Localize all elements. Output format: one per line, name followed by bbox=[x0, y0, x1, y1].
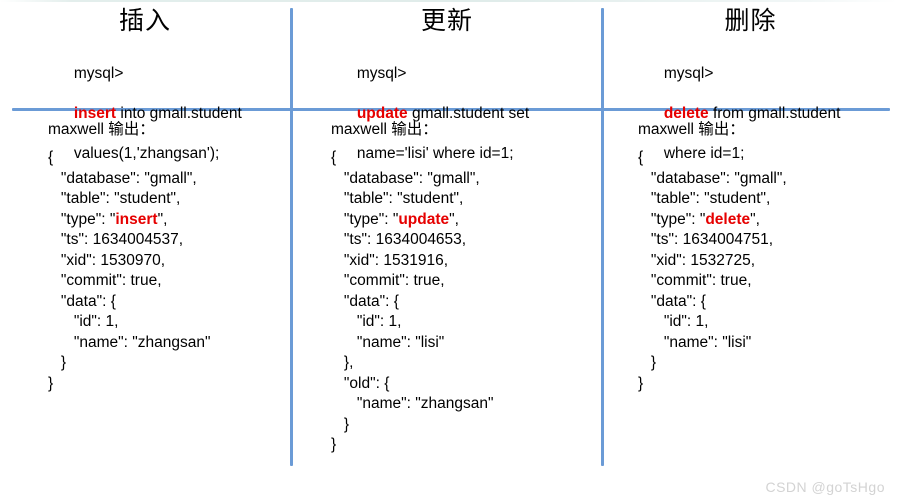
json-line: "table": "student", bbox=[638, 190, 771, 207]
json-line: "type": "insert", bbox=[48, 210, 168, 228]
json-line: "name": "zhangsan" bbox=[48, 333, 211, 351]
column-title-insert: 插入 bbox=[118, 6, 171, 35]
json-line: } bbox=[331, 415, 350, 433]
json-line: "data": { bbox=[48, 292, 116, 310]
comparison-table: 插入 mysql> insert into gmall.student valu… bbox=[0, 0, 897, 501]
json-line: "commit": true, bbox=[638, 272, 752, 289]
json-line: "xid": 1530970, bbox=[48, 251, 165, 269]
json-output-delete: { "database": "gmall", "table": "student… bbox=[638, 148, 787, 394]
json-line: { bbox=[638, 149, 644, 166]
json-line: "xid": 1531916, bbox=[331, 251, 448, 269]
json-line: "name": "lisi" bbox=[331, 333, 445, 351]
json-line: "table": "student", bbox=[48, 190, 181, 207]
sql-prompt: mysql> bbox=[356, 65, 407, 82]
column-update: 更新 mysql> update gmall.student set name=… bbox=[293, 0, 601, 501]
maxwell-output-label-insert: maxwell 输出： bbox=[48, 121, 155, 138]
sql-prompt: mysql> bbox=[73, 65, 124, 82]
csdn-watermark: CSDN @goTsHgo bbox=[765, 479, 885, 495]
json-line: "ts": 1634004537, bbox=[48, 231, 184, 248]
json-line: "database": "gmall", bbox=[48, 169, 197, 187]
column-insert: 插入 mysql> insert into gmall.student valu… bbox=[0, 0, 290, 501]
maxwell-output-label-update: maxwell 输出： bbox=[331, 121, 438, 138]
json-line: "xid": 1532725, bbox=[638, 251, 755, 269]
json-output-update: { "database": "gmall", "table": "student… bbox=[331, 148, 493, 456]
json-line: "commit": true, bbox=[48, 272, 162, 289]
json-line: "id": 1, bbox=[331, 313, 402, 330]
json-line: "ts": 1634004653, bbox=[331, 231, 467, 248]
json-line: } bbox=[638, 374, 644, 392]
json-line: "type": "delete", bbox=[638, 210, 760, 228]
column-title-update: 更新 bbox=[420, 6, 473, 35]
column-title-delete: 删除 bbox=[724, 6, 777, 35]
json-output-insert: { "database": "gmall", "table": "student… bbox=[48, 148, 210, 394]
json-type-keyword: update bbox=[398, 210, 450, 228]
json-type-keyword: insert bbox=[115, 210, 158, 228]
json-line: "name": "lisi" bbox=[638, 333, 752, 351]
column-delete: 删除 mysql> delete from gmall.student wher… bbox=[604, 0, 897, 501]
json-line: "table": "student", bbox=[331, 190, 464, 207]
json-line: "database": "gmall", bbox=[638, 169, 787, 187]
json-line: } bbox=[331, 436, 337, 453]
json-line: }, bbox=[331, 354, 354, 371]
json-line: } bbox=[638, 354, 657, 371]
json-line: "data": { bbox=[331, 292, 399, 310]
json-line: } bbox=[48, 374, 54, 392]
json-line: "ts": 1634004751, bbox=[638, 231, 774, 248]
json-line: { bbox=[48, 149, 54, 166]
sql-prompt: mysql> bbox=[663, 65, 714, 82]
json-line: } bbox=[48, 354, 67, 371]
json-line: "old": { bbox=[331, 374, 390, 392]
json-line: "name": "zhangsan" bbox=[331, 395, 494, 412]
json-type-keyword: delete bbox=[705, 210, 751, 228]
json-line: "data": { bbox=[638, 292, 706, 310]
json-line: "id": 1, bbox=[48, 313, 119, 330]
json-line: "id": 1, bbox=[638, 313, 709, 330]
json-line: { bbox=[331, 149, 337, 166]
json-line: "database": "gmall", bbox=[331, 169, 480, 187]
json-line: "type": "update", bbox=[331, 210, 459, 228]
json-line: "commit": true, bbox=[331, 272, 445, 289]
maxwell-output-label-delete: maxwell 输出： bbox=[638, 121, 745, 138]
